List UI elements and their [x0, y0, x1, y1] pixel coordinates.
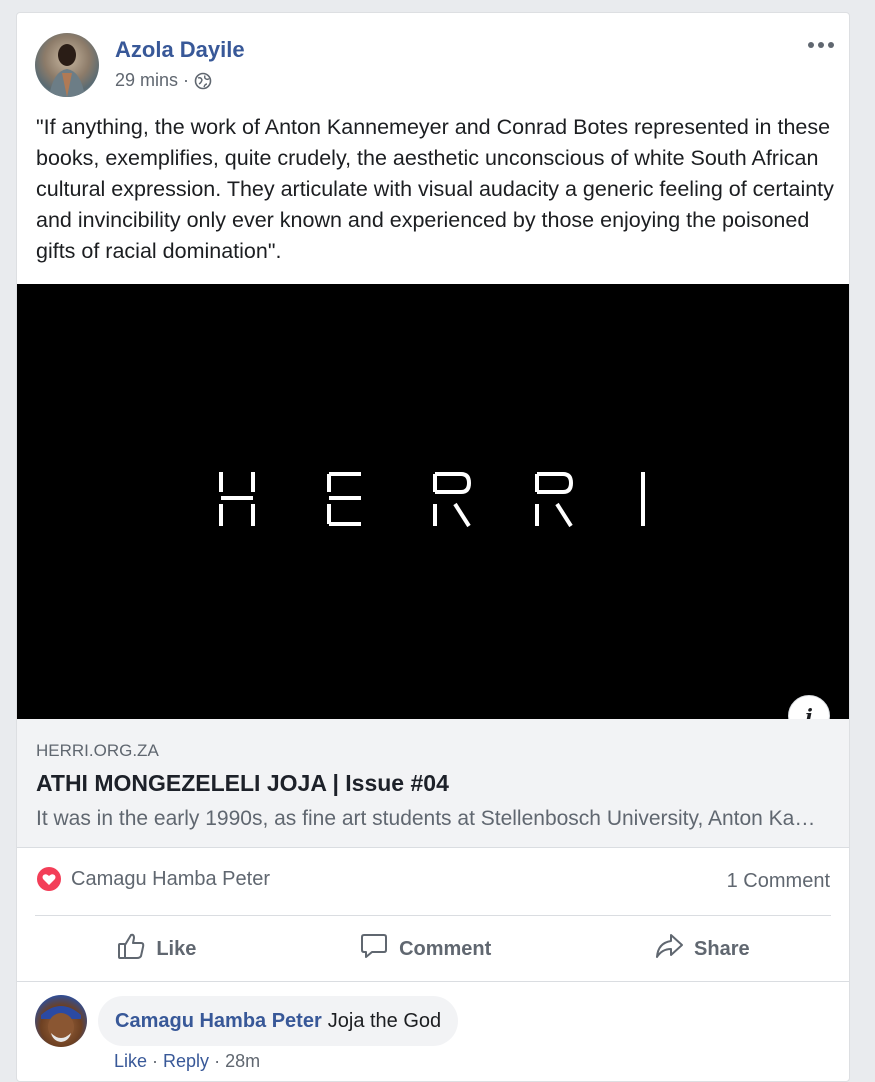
action-bar: Like Comment Share [35, 917, 831, 981]
comment-button[interactable]: Comment [339, 923, 511, 975]
post-timestamp[interactable]: 29 mins [115, 70, 178, 91]
author-avatar[interactable] [35, 33, 99, 97]
comment-bubble: Camagu Hamba Peter Joja the God [98, 996, 459, 1046]
link-description: It was in the early 1990s, as fine art s… [36, 807, 816, 830]
like-label: Like [156, 937, 197, 960]
share-arrow-icon [654, 931, 684, 967]
meta-separator: · [183, 70, 190, 90]
comment-count[interactable]: 1 Comment [727, 870, 830, 893]
share-label: Share [694, 937, 750, 960]
post-card: Azola Dayile 29 mins · "If anything, the… [16, 12, 850, 1082]
like-button[interactable]: Like [96, 923, 216, 975]
share-button[interactable]: Share [634, 923, 770, 975]
post-author-name[interactable]: Azola Dayile [115, 37, 245, 63]
comment-author[interactable]: Camagu Hamba Peter [115, 1010, 322, 1033]
commenter-avatar[interactable] [35, 995, 87, 1047]
reaction-names[interactable]: Camagu Hamba Peter [71, 868, 270, 891]
comment-text: Joja the God [327, 1009, 442, 1032]
comment-label: Comment [399, 937, 492, 960]
link-domain: HERRI.ORG.ZA [36, 741, 159, 760]
comments-divider [17, 981, 849, 982]
speech-bubble-icon [359, 931, 389, 967]
love-reaction-icon [35, 865, 63, 893]
divider [35, 915, 831, 916]
link-preview-image[interactable] [17, 284, 849, 719]
herri-logo [217, 468, 657, 535]
post-text: "If anything, the work of Anton Kannemey… [36, 115, 834, 263]
globe-icon[interactable] [194, 72, 212, 90]
more-options-icon[interactable] [807, 33, 835, 53]
thumbs-up-icon [116, 931, 146, 967]
post-meta: 29 mins · [115, 70, 212, 91]
link-preview-box[interactable]: HERRI.ORG.ZA ATHI MONGEZELELI JOJA | Iss… [17, 719, 849, 848]
link-title[interactable]: ATHI MONGEZELELI JOJA | Issue #04 [36, 770, 449, 797]
reaction-summary[interactable]: Camagu Hamba Peter [35, 865, 270, 893]
